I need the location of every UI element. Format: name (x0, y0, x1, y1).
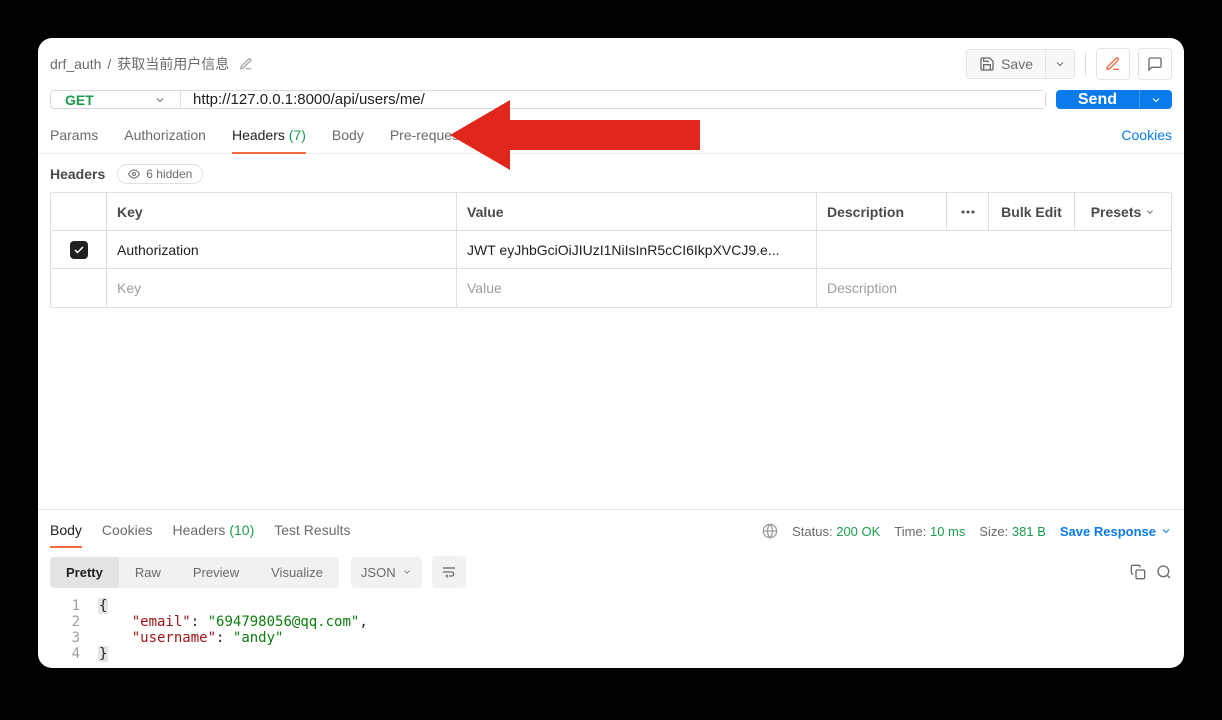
breadcrumb-title: 获取当前用户信息 (117, 54, 229, 74)
cookies-link[interactable]: Cookies (1121, 121, 1172, 153)
edit-icon[interactable] (239, 57, 253, 71)
request-line: GET Send (38, 90, 1184, 121)
save-button[interactable]: Save (967, 50, 1045, 78)
placeholder-description[interactable]: Description (817, 269, 1171, 307)
row-description[interactable] (817, 231, 1171, 268)
col-key: Key (107, 193, 457, 230)
view-raw[interactable]: Raw (119, 557, 177, 588)
send-button[interactable]: Send (1056, 90, 1139, 109)
tab-body[interactable]: Body (332, 121, 364, 153)
format-select[interactable]: JSON (351, 557, 422, 588)
response-status-bar: Status: 200 OK Time: 10 ms Size: 381 B S… (762, 523, 1172, 539)
checked-icon (70, 241, 88, 259)
http-method-select[interactable]: GET (51, 91, 181, 108)
placeholder-key[interactable]: Key (107, 269, 457, 307)
breadcrumb-separator: / (107, 56, 111, 72)
headers-title: Headers (50, 166, 105, 182)
response-view-tabs: Pretty Raw Preview Visualize (50, 557, 339, 588)
save-icon (979, 56, 995, 72)
breadcrumb-folder[interactable]: drf_auth (50, 56, 101, 72)
headers-table: Key Value Description Bulk Edit Presets … (50, 192, 1172, 308)
request-tabs: Params Authorization Headers (7) Body Pr… (38, 121, 1184, 154)
url-input[interactable] (181, 91, 1045, 108)
tab-prerequest[interactable]: Pre-request Script (390, 121, 503, 153)
row-key[interactable]: Authorization (107, 231, 457, 268)
view-pretty[interactable]: Pretty (50, 557, 119, 588)
resp-tab-headers[interactable]: Headers (10) (173, 518, 255, 544)
response-tabs: Body Cookies Headers (10) Test Results S… (38, 510, 1184, 552)
save-dropdown[interactable] (1045, 50, 1074, 78)
save-label: Save (1001, 56, 1033, 72)
size-label: Size: 381 B (979, 524, 1046, 539)
format-label: JSON (361, 565, 396, 580)
bulk-edit-button[interactable]: Bulk Edit (989, 193, 1075, 230)
send-label: Send (1078, 91, 1117, 109)
send-button-group: Send (1056, 90, 1172, 109)
resp-tab-body[interactable]: Body (50, 518, 82, 544)
hidden-label: 6 hidden (146, 167, 192, 181)
tab-headers-label: Headers (232, 127, 285, 143)
resp-tab-cookies[interactable]: Cookies (102, 518, 153, 544)
view-visualize[interactable]: Visualize (255, 557, 339, 588)
status-label: Status: 200 OK (792, 524, 880, 539)
tab-headers-count: (7) (289, 127, 306, 143)
table-row[interactable]: Authorization JWT eyJhbGciOiJIUzI1NiIsIn… (51, 231, 1171, 269)
table-header-row: Key Value Description Bulk Edit Presets (51, 193, 1171, 231)
search-icon[interactable] (1156, 564, 1172, 580)
http-method-label: GET (65, 92, 94, 108)
resp-tab-headers-label: Headers (173, 522, 226, 538)
placeholder-value[interactable]: Value (457, 269, 817, 307)
resp-tab-testresults[interactable]: Test Results (274, 518, 350, 544)
hidden-headers-toggle[interactable]: 6 hidden (117, 164, 203, 184)
row-value[interactable]: JWT eyJhbGciOiJIUzI1NiIsInR5cCI6IkpXVCJ9… (457, 231, 817, 268)
save-button-group: Save (966, 49, 1075, 79)
app-window: drf_auth / 获取当前用户信息 Save (38, 38, 1184, 668)
tab-params[interactable]: Params (50, 121, 98, 153)
response-area: Body Cookies Headers (10) Test Results S… (38, 509, 1184, 668)
chevron-down-icon (154, 94, 166, 106)
presets-label: Presets (1091, 204, 1142, 220)
eye-icon (128, 168, 140, 180)
top-actions: Save (966, 48, 1172, 80)
response-body-code[interactable]: 1{ 2 "email": "694798056@qq.com", 3 "use… (38, 592, 1184, 668)
col-description: Description (817, 193, 947, 230)
row-check-empty (51, 269, 107, 307)
comments-icon[interactable] (1138, 48, 1172, 80)
col-value: Value (457, 193, 817, 230)
table-row-placeholder[interactable]: Key Value Description (51, 269, 1171, 307)
time-label: Time: 10 ms (894, 524, 965, 539)
more-options-icon[interactable] (947, 193, 989, 230)
breadcrumb: drf_auth / 获取当前用户信息 (50, 54, 253, 74)
presets-dropdown[interactable]: Presets (1075, 193, 1171, 230)
url-box: GET (50, 90, 1046, 109)
wrap-lines-icon[interactable] (432, 556, 466, 588)
tab-tests[interactable]: Tests (529, 121, 562, 153)
send-dropdown[interactable] (1139, 90, 1172, 109)
save-response-button[interactable]: Save Response (1060, 524, 1172, 539)
edit-request-icon[interactable] (1096, 48, 1130, 80)
tab-headers[interactable]: Headers (7) (232, 121, 306, 153)
col-check (51, 193, 107, 230)
network-icon[interactable] (762, 523, 778, 539)
copy-icon[interactable] (1130, 564, 1146, 580)
response-toolbar: Pretty Raw Preview Visualize JSON (38, 552, 1184, 592)
resp-tab-headers-count: (10) (229, 522, 254, 538)
divider (1085, 52, 1086, 76)
view-preview[interactable]: Preview (177, 557, 255, 588)
tab-settings[interactable]: Settings (587, 121, 638, 153)
headers-subheading: Headers 6 hidden (38, 154, 1184, 192)
row-check[interactable] (51, 231, 107, 268)
tab-authorization[interactable]: Authorization (124, 121, 206, 153)
topbar: drf_auth / 获取当前用户信息 Save (38, 38, 1184, 90)
